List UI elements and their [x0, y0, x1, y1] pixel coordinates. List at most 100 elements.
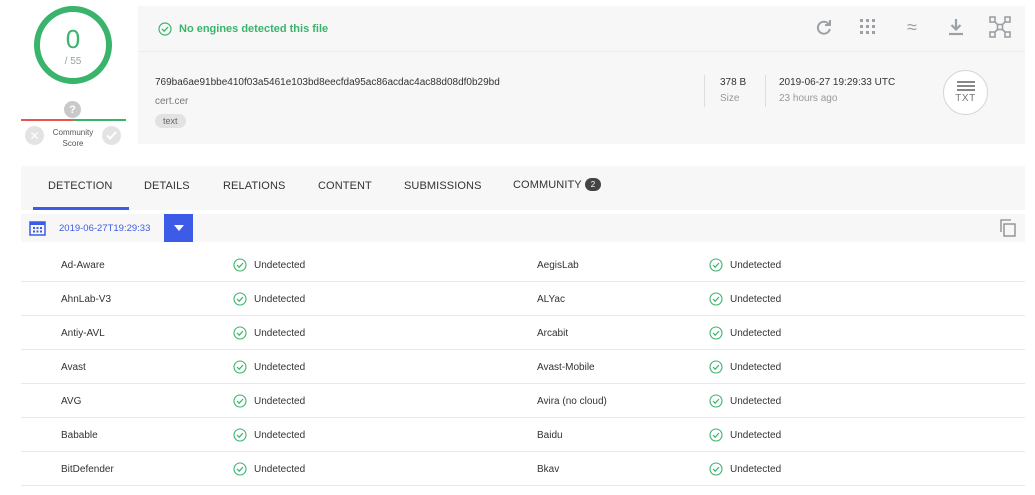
engine-result: Undetected — [233, 462, 305, 476]
engine-name: Arcabit — [537, 328, 569, 339]
engine-result-text: Undetected — [254, 395, 306, 407]
community-count-badge: 2 — [584, 178, 602, 191]
engine-result-text: Undetected — [730, 463, 782, 475]
engine-name: Avast — [61, 362, 86, 373]
engine-name: BitDefender — [61, 464, 114, 475]
file-header-panel: No engines detected this file ≈ 769ba6ae… — [138, 6, 1025, 144]
check-circle-icon — [709, 292, 723, 306]
engine-name: Babable — [61, 430, 98, 441]
engine-total: / 55 — [64, 55, 82, 67]
tab-content[interactable]: CONTENT — [318, 180, 372, 192]
engine-result-text: Undetected — [254, 259, 306, 271]
copy-icon[interactable] — [999, 219, 1017, 237]
check-circle-icon — [233, 292, 247, 306]
analysis-date-relative: 23 hours ago — [779, 93, 838, 104]
reanalyze-button[interactable] — [813, 16, 835, 38]
engine-result-text: Undetected — [730, 327, 782, 339]
detection-score-gauge: 0 / 55 — [34, 6, 112, 84]
engine-result: Undetected — [233, 292, 305, 306]
table-row: Antiy-AVL Undetected Arcabit Undetected — [21, 316, 1025, 350]
check-circle-icon — [233, 360, 247, 374]
check-circle-icon — [709, 326, 723, 340]
check-circle-icon — [233, 394, 247, 408]
tab-community[interactable]: COMMUNITY 2 — [513, 178, 602, 191]
engine-name: AVG — [61, 396, 82, 407]
check-circle-icon — [709, 394, 723, 408]
tab-submissions[interactable]: SUBMISSIONS — [404, 180, 482, 192]
engine-name: ALYac — [537, 294, 565, 305]
engine-result: Undetected — [233, 258, 305, 272]
file-hash: 769ba6ae91bbe410f03a5461e103bd8eecfda95a… — [155, 77, 500, 88]
engine-result: Undetected — [233, 360, 305, 374]
check-circle-icon — [709, 258, 723, 272]
tab-relations[interactable]: RELATIONS — [223, 180, 285, 192]
engine-result-text: Undetected — [254, 361, 306, 373]
engine-result-text: Undetected — [730, 395, 782, 407]
check-circle-icon — [233, 258, 247, 272]
check-circle-icon — [709, 360, 723, 374]
analysis-date-selector[interactable]: 2019-06-27T19:29:33 — [59, 223, 150, 234]
file-tag[interactable]: text — [155, 114, 186, 128]
table-row: AVG Undetected Avira (no cloud) Undetected — [21, 384, 1025, 418]
refresh-icon — [816, 20, 831, 35]
divider — [765, 75, 766, 107]
active-tab-indicator — [33, 207, 129, 210]
analysis-date-value: 2019-06-27 19:29:33 UTC — [779, 77, 896, 88]
engine-name: AhnLab-V3 — [61, 294, 112, 305]
engine-result: Undetected — [709, 394, 781, 408]
vote-positive-button[interactable] — [102, 126, 121, 145]
table-row: Babable Undetected Baidu Undetected — [21, 418, 1025, 452]
chevron-down-icon — [173, 225, 184, 231]
tab-detection[interactable]: DETECTION — [48, 180, 112, 192]
approx-search-button[interactable]: ≈ — [901, 16, 923, 38]
engine-name: Ad-Aware — [61, 260, 105, 271]
header-actions: ≈ — [791, 16, 1011, 38]
engine-result: Undetected — [709, 360, 781, 374]
engine-name: Bkav — [537, 464, 560, 475]
check-icon — [106, 131, 117, 140]
engine-result-text: Undetected — [730, 259, 782, 271]
engine-result: Undetected — [709, 326, 781, 340]
analysis-date-bar: 2019-06-27T19:29:33 — [21, 214, 1025, 242]
check-circle-icon — [709, 462, 723, 476]
engine-result: Undetected — [709, 258, 781, 272]
vote-harmless-negative-button[interactable]: ✕ — [25, 126, 44, 145]
tab-details[interactable]: DETAILS — [144, 180, 190, 192]
approx-icon: ≈ — [907, 16, 917, 37]
close-icon: ✕ — [29, 128, 40, 143]
similar-files-button[interactable] — [857, 16, 879, 38]
calendar-icon — [29, 221, 46, 236]
engine-result: Undetected — [709, 428, 781, 442]
similar-icon — [860, 19, 875, 34]
table-row: Avast Undetected Avast-Mobile Undetected — [21, 350, 1025, 384]
graph-icon — [989, 16, 1011, 38]
engine-name: Baidu — [537, 430, 563, 441]
date-dropdown-button[interactable] — [164, 214, 193, 242]
detection-status: No engines detected this file — [158, 22, 328, 36]
engine-result-text: Undetected — [730, 361, 782, 373]
question-icon: ? — [64, 101, 81, 118]
engine-result-text: Undetected — [254, 429, 306, 441]
divider — [704, 75, 705, 107]
tab-community-label: COMMUNITY — [513, 179, 582, 191]
community-score-bar — [21, 119, 126, 121]
graph-button[interactable] — [989, 16, 1011, 38]
detection-count: 0 — [65, 23, 81, 54]
engine-result-text: Undetected — [730, 429, 782, 441]
engine-result-text: Undetected — [254, 463, 306, 475]
engine-name: Avira (no cloud) — [537, 396, 607, 407]
engine-result: Undetected — [233, 394, 305, 408]
engine-result-text: Undetected — [254, 327, 306, 339]
engine-name: Antiy-AVL — [61, 328, 105, 339]
check-circle-icon — [709, 428, 723, 442]
download-button[interactable] — [945, 16, 967, 38]
check-circle-icon — [233, 326, 247, 340]
tab-bar: DETECTION DETAILS RELATIONS CONTENT SUBM… — [21, 166, 1025, 210]
text-lines-icon — [956, 81, 975, 91]
engine-result: Undetected — [709, 292, 781, 306]
check-circle-icon — [233, 462, 247, 476]
engine-name: AegisLab — [537, 260, 579, 271]
engine-result-text: Undetected — [254, 293, 306, 305]
engine-result: Undetected — [709, 462, 781, 476]
table-row: BitDefender Undetected Bkav Undetected — [21, 452, 1025, 486]
